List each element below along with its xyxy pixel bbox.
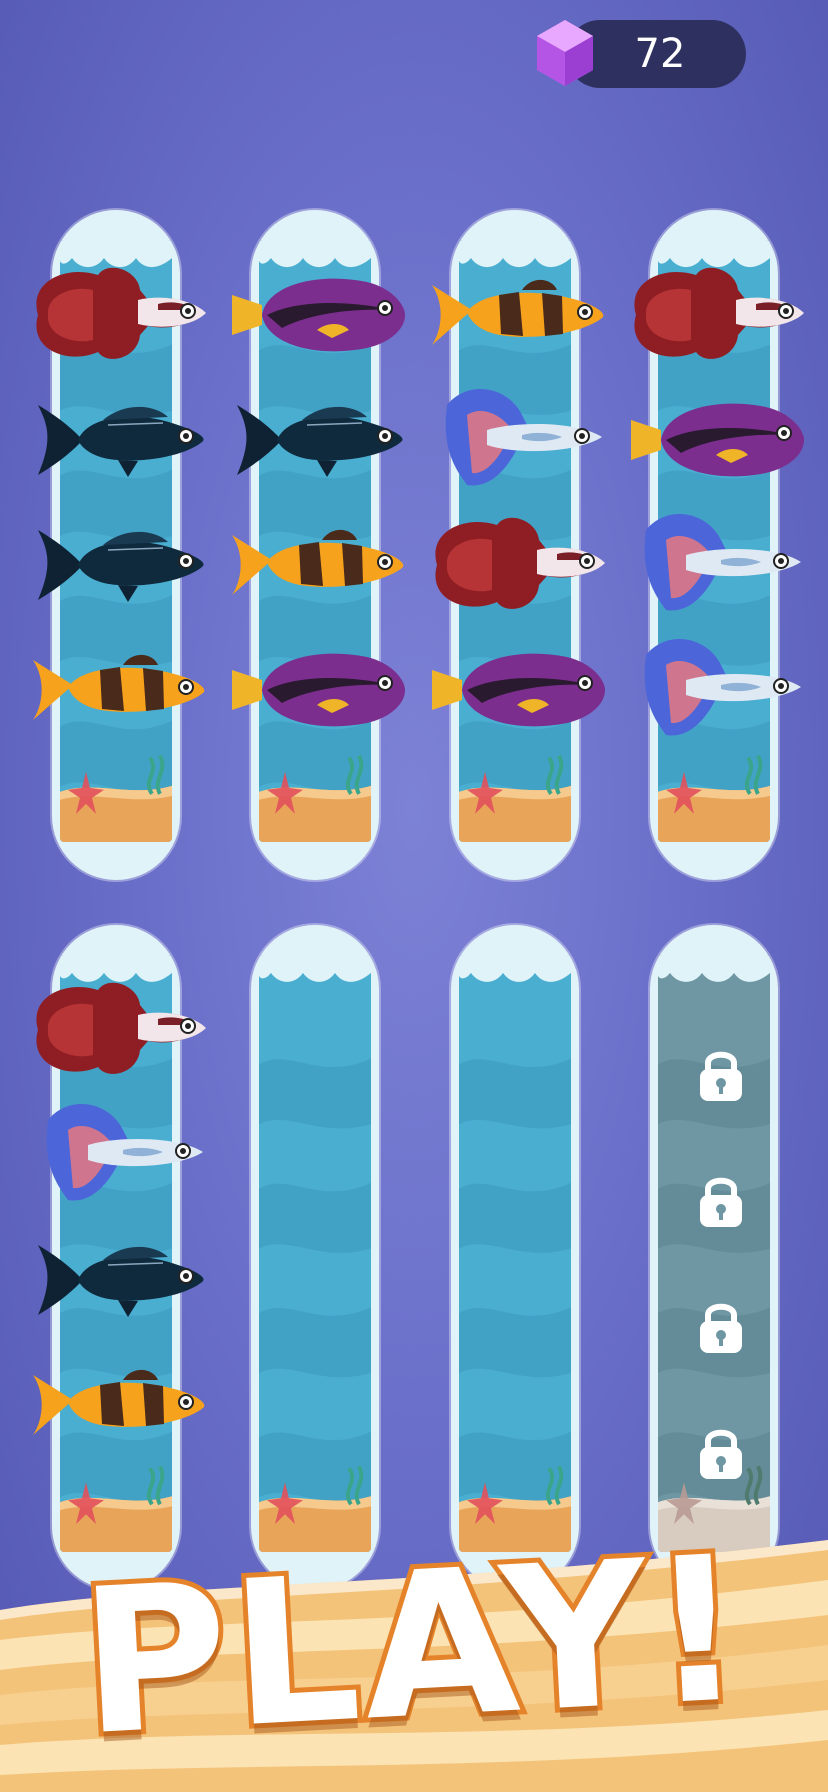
purple-tang-fish[interactable] (626, 385, 806, 495)
clown-loach-fish[interactable] (227, 510, 407, 620)
purple-tang-fish[interactable] (227, 260, 407, 370)
betta-red-fish[interactable] (28, 975, 208, 1085)
clown-loach-fish[interactable] (427, 260, 607, 370)
lock-icon (700, 1429, 742, 1479)
purple-tang-fish[interactable] (427, 635, 607, 745)
black-fish-fish[interactable] (28, 510, 208, 620)
betta-blue-fish[interactable] (427, 385, 607, 495)
play-button[interactable]: PLAY! (0, 1508, 828, 1786)
black-fish-fish[interactable] (28, 385, 208, 495)
gem-icon (537, 20, 593, 86)
tube-8-locked[interactable] (650, 925, 778, 1590)
clown-loach-fish[interactable] (28, 635, 208, 745)
tube-7[interactable] (451, 925, 579, 1590)
clown-loach-fish[interactable] (28, 1350, 208, 1460)
betta-red-fish[interactable] (626, 260, 806, 370)
black-fish-fish[interactable] (28, 1225, 208, 1335)
betta-red-fish[interactable] (28, 260, 208, 370)
betta-blue-fish[interactable] (626, 635, 806, 745)
lock-icon (700, 1303, 742, 1353)
betta-blue-fish[interactable] (28, 1100, 208, 1210)
tube-6[interactable] (251, 925, 379, 1590)
betta-red-fish[interactable] (427, 510, 607, 620)
betta-blue-fish[interactable] (626, 510, 806, 620)
tube-water (459, 955, 571, 1552)
tube-water (259, 955, 371, 1552)
purple-tang-fish[interactable] (227, 635, 407, 745)
lock-icon (700, 1177, 742, 1227)
tube-water (658, 955, 770, 1552)
lock-icon (700, 1051, 742, 1101)
black-fish-fish[interactable] (227, 385, 407, 495)
currency-value: 72 (634, 31, 686, 77)
